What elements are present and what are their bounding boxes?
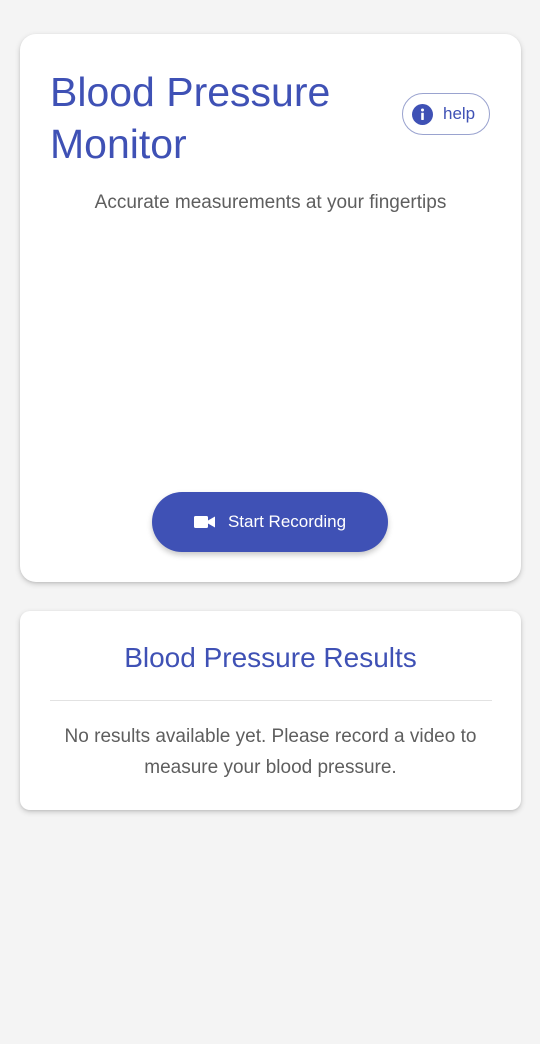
help-label: help (443, 104, 476, 123)
app-title: Blood Pressure Monitor (50, 69, 331, 167)
help-button[interactable]: help (402, 93, 490, 135)
start-recording-label: Start Recording (227, 512, 347, 531)
results-title: Blood Pressure Results (124, 642, 417, 673)
results-card: Blood Pressure Results No results availa… (20, 611, 521, 810)
monitor-card: Blood Pressure Monitor help Accurate mea… (20, 34, 521, 582)
app-subtitle: Accurate measurements at your fingertips (94, 192, 447, 213)
results-empty-message: No results available yet. Please record … (64, 726, 477, 778)
start-recording-button[interactable]: Start Recording (152, 492, 388, 552)
videocam-icon (193, 514, 216, 530)
results-divider (50, 700, 492, 701)
info-icon (412, 103, 433, 125)
